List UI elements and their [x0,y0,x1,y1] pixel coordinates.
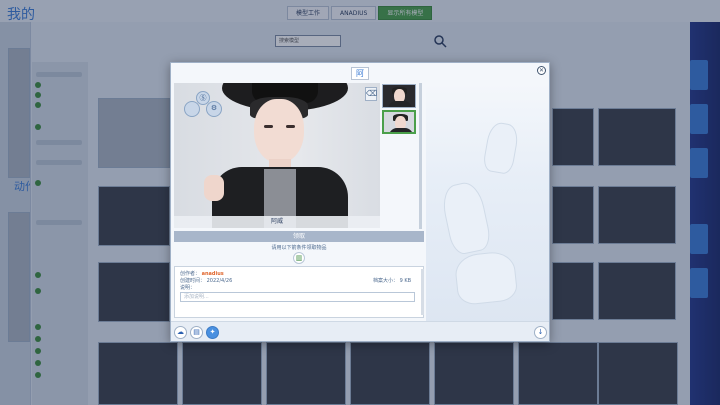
item-detail-dialog: 阿 ✕ Ⓢ ⚙ ⌫ 阿威 领取 请用以下箭条件领取物品 ▥ 创作者： anadi… [170,62,550,342]
close-icon[interactable]: ✕ [537,66,546,75]
bunny-illustration [481,120,521,176]
author-row: 创作者： anadius [180,270,224,277]
size-label: 档案大小： [373,278,399,284]
preview-hand [204,175,224,201]
preview-thumbnail[interactable] [382,84,416,108]
thumbnail-body [388,101,412,107]
size-row: 档案大小： 9 KB [373,277,411,284]
download-icon[interactable]: ↓ [534,326,547,339]
thumbnail-body [389,128,413,132]
delete-icon[interactable]: ▤ [190,326,203,339]
date-row: 创建时间： 2022/4/26 [180,277,232,284]
dialog-footer: ☁ ▤ ✦ ↓ [171,321,549,341]
twitter-icon[interactable]: ✦ [206,326,219,339]
bunny-illustration [453,250,519,306]
settings-badge-icon: ⚙ [206,101,222,117]
get-hint-text: 请用以下箭条件领取物品 [271,245,327,251]
dialog-title: 阿 [351,67,369,80]
info-scrollbar[interactable] [421,269,424,315]
get-item-button[interactable]: 领取 [174,231,424,242]
date-value: 2022/4/26 [206,278,233,284]
item-name: 阿威 [174,216,380,228]
badge-icon [184,101,200,117]
item-info-panel: 创作者： anadius 创建时间： 2022/4/26 档案大小： 9 KB … [174,266,424,318]
upload-icon[interactable]: ☁ [174,326,187,339]
preview-eye [264,125,273,128]
delete-icon[interactable]: ⌫ [365,87,377,101]
description-input[interactable]: 添加说明... [180,292,415,302]
preview-eye [286,125,295,128]
item-preview: Ⓢ ⚙ ⌫ 阿威 [174,83,380,228]
preview-thumbnail-selected[interactable] [382,110,416,134]
description-label: 说明： [180,285,196,291]
preview-scrollbar[interactable] [419,83,422,229]
gift-icon[interactable]: ▥ [293,252,305,264]
decorative-bunny-art [426,83,549,323]
preview-face [254,99,304,163]
bunny-illustration [439,179,493,257]
size-value: 9 KB [399,278,412,284]
